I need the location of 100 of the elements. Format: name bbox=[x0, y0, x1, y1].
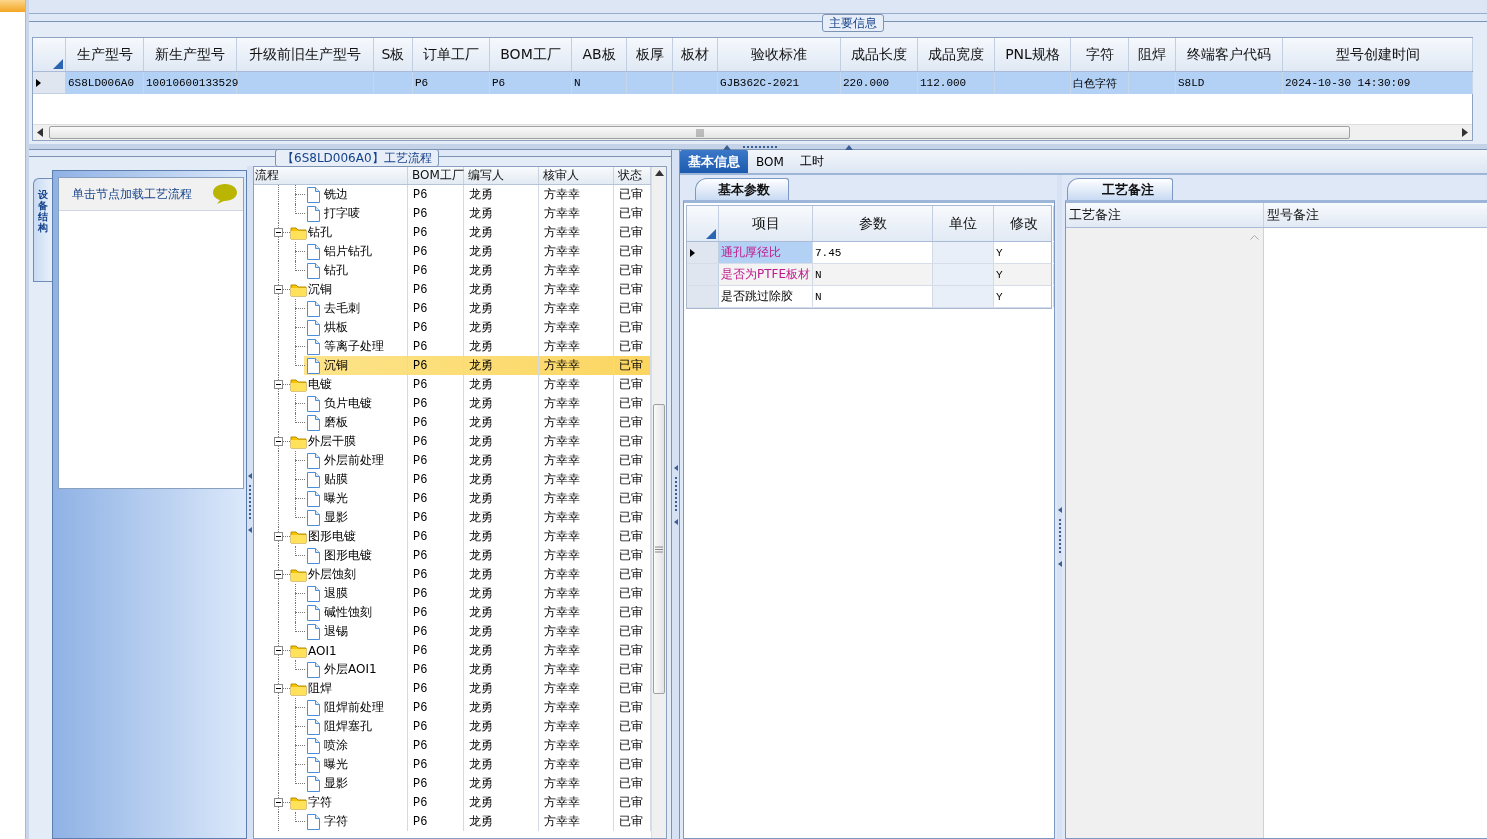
scroll-right-icon[interactable] bbox=[1462, 128, 1468, 137]
collapse-icon[interactable] bbox=[274, 532, 283, 541]
column-header[interactable]: 新生产型号 bbox=[144, 38, 237, 71]
column-header[interactable]: 成品长度 bbox=[841, 38, 918, 71]
splitter-grip-icon[interactable] bbox=[673, 464, 678, 525]
column-header[interactable]: 流程 bbox=[254, 167, 408, 184]
column-header[interactable]: 订单工厂 bbox=[413, 38, 490, 71]
side-tab[interactable]: 设备结构 bbox=[33, 178, 52, 282]
column-header[interactable]: PNL规格 bbox=[995, 38, 1071, 71]
splitter-grip-icon[interactable] bbox=[723, 143, 853, 150]
column-header[interactable]: AB板 bbox=[572, 38, 627, 71]
tree-row[interactable]: 铣边 P6 龙勇 方幸幸 已审 bbox=[254, 185, 651, 204]
horizontal-scrollbar[interactable] bbox=[33, 124, 1472, 140]
table-cell: 龙勇 bbox=[464, 679, 539, 698]
tree-row[interactable]: 阻焊 P6 龙勇 方幸幸 已审 bbox=[254, 679, 651, 698]
table-cell: 龙勇 bbox=[464, 603, 539, 622]
tree-row[interactable]: 打字唛 P6 龙勇 方幸幸 已审 bbox=[254, 204, 651, 223]
column-header[interactable]: BOM工厂 bbox=[408, 167, 464, 184]
column-header[interactable]: 验收标准 bbox=[718, 38, 841, 71]
tree-row[interactable]: 显影 P6 龙勇 方幸幸 已审 bbox=[254, 508, 651, 527]
tree-row[interactable]: 阻焊塞孔 P6 龙勇 方幸幸 已审 bbox=[254, 717, 651, 736]
scroll-up-icon[interactable] bbox=[654, 170, 664, 176]
column-header[interactable]: S板 bbox=[374, 38, 413, 71]
tree-row[interactable]: 图形电镀 P6 龙勇 方幸幸 已审 bbox=[254, 527, 651, 546]
tree-row[interactable]: 字符 P6 龙勇 方幸幸 已审 bbox=[254, 793, 651, 812]
collapse-icon[interactable] bbox=[274, 380, 283, 389]
tree-row[interactable]: 图形电镀 P6 龙勇 方幸幸 已审 bbox=[254, 546, 651, 565]
collapse-icon[interactable] bbox=[274, 646, 283, 655]
scroll-left-icon[interactable] bbox=[37, 128, 43, 137]
tree-row[interactable]: 退锡 P6 龙勇 方幸幸 已审 bbox=[254, 622, 651, 641]
tab[interactable]: 基本参数 bbox=[695, 178, 789, 200]
table-row[interactable]: 通孔厚径比 7.45 Y bbox=[687, 242, 1051, 264]
column-header[interactable]: 生产型号 bbox=[66, 38, 144, 71]
tree-row[interactable]: 去毛刺 P6 龙勇 方幸幸 已审 bbox=[254, 299, 651, 318]
table-row[interactable]: 是否为PTFE板材 N Y bbox=[687, 264, 1051, 286]
table-row[interactable]: 是否跳过除胶 N Y bbox=[687, 286, 1051, 308]
column-header[interactable]: 项目 bbox=[719, 206, 813, 241]
column-header[interactable]: 终端客户代码 bbox=[1176, 38, 1283, 71]
table-cell: 龙勇 bbox=[464, 242, 539, 261]
tab[interactable]: 工艺备注 bbox=[1067, 178, 1173, 200]
table-cell: 龙勇 bbox=[464, 774, 539, 793]
tree-row[interactable]: 等离子处理 P6 龙勇 方幸幸 已审 bbox=[254, 337, 651, 356]
tree-row[interactable]: 阻焊前处理 P6 龙勇 方幸幸 已审 bbox=[254, 698, 651, 717]
table-cell: 方幸幸 bbox=[539, 774, 614, 793]
tree-row[interactable]: 沉铜 P6 龙勇 方幸幸 已审 bbox=[254, 280, 651, 299]
tree-row[interactable]: 曝光 P6 龙勇 方幸幸 已审 bbox=[254, 755, 651, 774]
collapse-icon[interactable] bbox=[274, 684, 283, 693]
column-header[interactable]: 阻焊 bbox=[1129, 38, 1176, 71]
tab[interactable]: 工时 bbox=[791, 150, 832, 173]
tree-row[interactable]: 碱性蚀刻 P6 龙勇 方幸幸 已审 bbox=[254, 603, 651, 622]
column-header[interactable]: 升级前旧生产型号 bbox=[237, 38, 374, 71]
vertical-scrollbar[interactable] bbox=[651, 167, 666, 838]
table-cell: P6 bbox=[408, 622, 464, 641]
column-header[interactable]: BOM工厂 bbox=[490, 38, 572, 71]
tree-row[interactable]: 喷涂 P6 龙勇 方幸幸 已审 bbox=[254, 736, 651, 755]
table-cell: 龙勇 bbox=[464, 356, 539, 375]
column-header[interactable]: 型号备注 bbox=[1264, 203, 1487, 227]
tab[interactable]: 基本信息 bbox=[680, 150, 748, 173]
folder-icon bbox=[290, 682, 307, 696]
column-header[interactable]: 单位 bbox=[933, 206, 994, 241]
tree-row[interactable]: 退膜 P6 龙勇 方幸幸 已审 bbox=[254, 584, 651, 603]
collapse-icon[interactable] bbox=[274, 798, 283, 807]
column-header[interactable]: 核审人 bbox=[539, 167, 614, 184]
tree-row[interactable]: 外层蚀刻 P6 龙勇 方幸幸 已审 bbox=[254, 565, 651, 584]
column-header[interactable]: 编写人 bbox=[464, 167, 539, 184]
tree-row[interactable]: 烘板 P6 龙勇 方幸幸 已审 bbox=[254, 318, 651, 337]
tree-row[interactable]: 负片电镀 P6 龙勇 方幸幸 已审 bbox=[254, 394, 651, 413]
collapse-icon[interactable] bbox=[274, 570, 283, 579]
tree-row[interactable]: 铝片钻孔 P6 龙勇 方幸幸 已审 bbox=[254, 242, 651, 261]
collapse-icon[interactable] bbox=[274, 228, 283, 237]
tree-row[interactable]: 贴膜 P6 龙勇 方幸幸 已审 bbox=[254, 470, 651, 489]
tree-row[interactable]: 外层AOI1 P6 龙勇 方幸幸 已审 bbox=[254, 660, 651, 679]
tree-row[interactable]: 显影 P6 龙勇 方幸幸 已审 bbox=[254, 774, 651, 793]
tree-row[interactable]: 钻孔 P6 龙勇 方幸幸 已审 bbox=[254, 261, 651, 280]
tree-node-label: 字符 bbox=[308, 794, 332, 811]
collapse-icon[interactable] bbox=[274, 285, 283, 294]
column-header[interactable]: 参数 bbox=[813, 206, 933, 241]
tree-row[interactable]: 磨板 P6 龙勇 方幸幸 已审 bbox=[254, 413, 651, 432]
table-row[interactable]: 6S8LD006A0 10010600133529 P6 P6 N GJB362C-2021 220.000 112.000 白色字符 S8LD 2024-10-30 14:30:09 bbox=[33, 72, 1472, 94]
column-header[interactable]: 板厚 bbox=[627, 38, 673, 71]
column-header[interactable]: 字符 bbox=[1071, 38, 1129, 71]
splitter-grip-icon[interactable] bbox=[248, 472, 252, 533]
table-cell: 龙勇 bbox=[464, 318, 539, 337]
tree-row[interactable]: 字符 P6 龙勇 方幸幸 已审 bbox=[254, 812, 651, 831]
column-header[interactable]: 修改 bbox=[994, 206, 1054, 241]
column-header[interactable]: 成品宽度 bbox=[918, 38, 995, 71]
tab[interactable]: BOM bbox=[748, 150, 792, 173]
tree-row[interactable]: AOI1 P6 龙勇 方幸幸 已审 bbox=[254, 641, 651, 660]
column-header[interactable]: 型号创建时间 bbox=[1283, 38, 1473, 71]
collapse-icon[interactable] bbox=[274, 437, 283, 446]
column-header[interactable]: 工艺备注 bbox=[1066, 203, 1264, 227]
table-cell: 方幸幸 bbox=[539, 679, 614, 698]
column-header[interactable]: 板材 bbox=[673, 38, 718, 71]
tree-row[interactable]: 外层前处理 P6 龙勇 方幸幸 已审 bbox=[254, 451, 651, 470]
table-cell: P6 bbox=[408, 356, 464, 375]
tree-row[interactable]: 电镀 P6 龙勇 方幸幸 已审 bbox=[254, 375, 651, 394]
tree-row[interactable]: 外层干膜 P6 龙勇 方幸幸 已审 bbox=[254, 432, 651, 451]
tree-row[interactable]: 钻孔 P6 龙勇 方幸幸 已审 bbox=[254, 223, 651, 242]
splitter-grip-icon[interactable] bbox=[1057, 507, 1062, 567]
tree-row[interactable]: 曝光 P6 龙勇 方幸幸 已审 bbox=[254, 489, 651, 508]
